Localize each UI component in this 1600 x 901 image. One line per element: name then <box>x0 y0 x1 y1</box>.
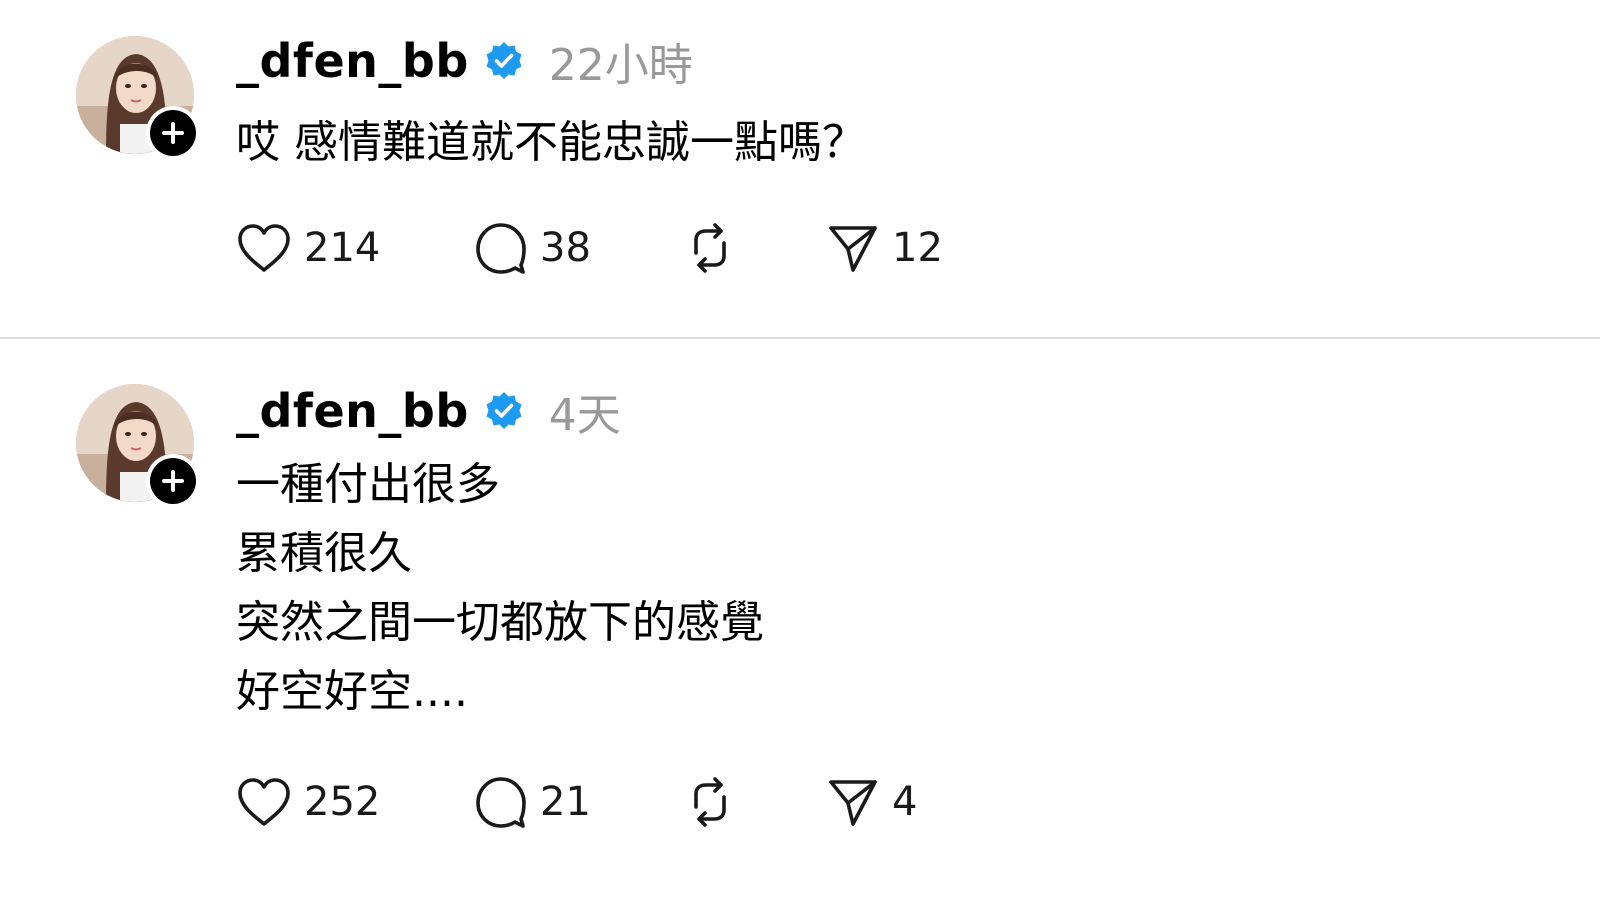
send-icon <box>826 775 880 829</box>
post[interactable]: _dfen_bb 22小時 哎 感情難道就不能忠誠一點嗎？ 214 38 12 <box>0 0 1600 338</box>
plus-icon <box>150 110 196 156</box>
post-timestamp: 4天 <box>548 390 621 441</box>
plus-icon <box>150 458 196 504</box>
repost-icon <box>682 220 738 276</box>
like-count: 214 <box>304 225 381 271</box>
share-count: 12 <box>892 225 943 271</box>
heart-icon <box>236 776 292 828</box>
post-text-line: 一種付出很多 <box>236 459 500 510</box>
username[interactable]: _dfen_bb <box>236 384 469 438</box>
post-text-line: 累積很久 <box>236 528 412 579</box>
repost-button[interactable] <box>682 772 738 832</box>
post-header: _dfen_bb 22小時 <box>236 32 693 91</box>
post-body: 一種付出很多 累積很久 突然之間一切都放下的感覺 好空好空.... <box>236 450 764 726</box>
post-timestamp: 22小時 <box>548 40 693 91</box>
share-button[interactable]: 4 <box>826 772 917 832</box>
repost-button[interactable] <box>682 218 738 278</box>
reply-button[interactable]: 21 <box>474 772 591 832</box>
reply-button[interactable]: 38 <box>474 218 591 278</box>
threads-feed: _dfen_bb 22小時 哎 感情難道就不能忠誠一點嗎？ 214 38 12 … <box>0 0 1600 901</box>
post-actions: 214 38 12 <box>236 218 1036 278</box>
verified-badge-icon <box>483 40 525 82</box>
post-text-line: 哎 感情難道就不能忠誠一點嗎？ <box>236 117 866 168</box>
share-button[interactable]: 12 <box>826 218 943 278</box>
username[interactable]: _dfen_bb <box>236 34 469 88</box>
like-count: 252 <box>304 779 381 825</box>
post-header: _dfen_bb 4天 <box>236 382 621 441</box>
repost-icon <box>682 774 738 830</box>
comment-bubble-icon <box>474 221 528 275</box>
verified-badge-icon <box>483 390 525 432</box>
heart-icon <box>236 222 292 274</box>
like-button[interactable]: 252 <box>236 772 380 832</box>
post-text-line: 好空好空.... <box>236 666 468 717</box>
post-actions: 252 21 4 <box>236 772 1036 832</box>
send-icon <box>826 221 880 275</box>
follow-button[interactable] <box>146 106 200 160</box>
follow-button[interactable] <box>146 454 200 508</box>
post[interactable]: _dfen_bb 4天 一種付出很多 累積很久 突然之間一切都放下的感覺 好空好… <box>0 338 1600 901</box>
reply-count: 38 <box>540 225 591 271</box>
post-text-line: 突然之間一切都放下的感覺 <box>236 597 764 648</box>
like-button[interactable]: 214 <box>236 218 380 278</box>
avatar-container[interactable] <box>76 384 200 508</box>
share-count: 4 <box>892 779 918 825</box>
avatar-container[interactable] <box>76 36 200 160</box>
post-body: 哎 感情難道就不能忠誠一點嗎？ <box>236 108 866 177</box>
reply-count: 21 <box>540 779 591 825</box>
comment-bubble-icon <box>474 775 528 829</box>
